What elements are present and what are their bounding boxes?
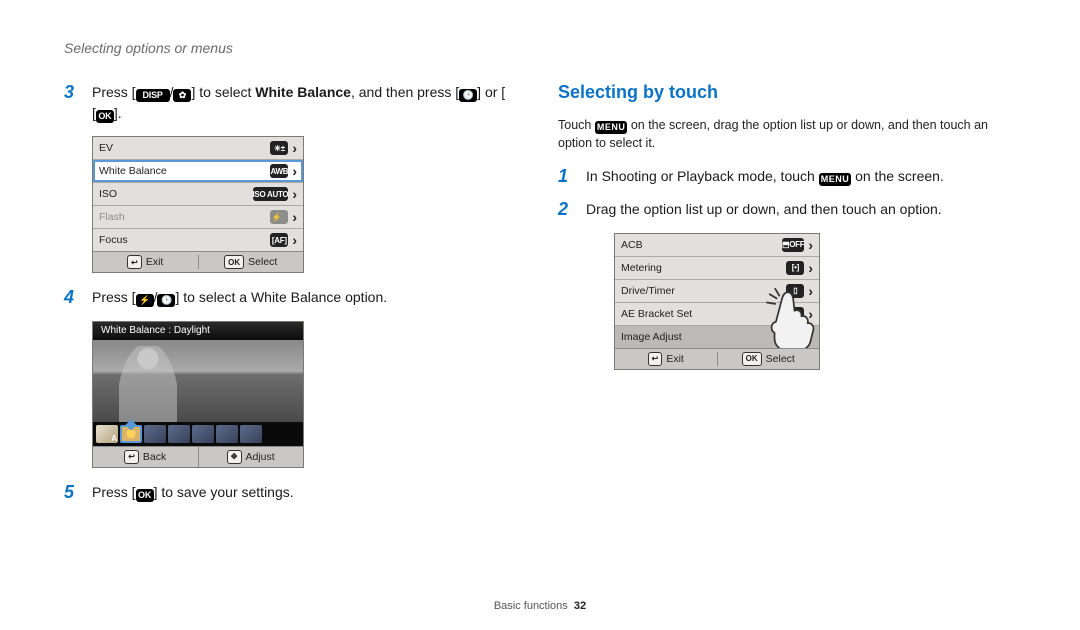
wb-preview-image (93, 340, 303, 422)
ok-key-icon: OK (742, 352, 762, 366)
menu-row-ae-bracket[interactable]: AE Bracket Set ±.3 › (615, 303, 819, 326)
af-icon: [AF] (270, 233, 288, 247)
manual-page: Selecting options or menus 3 Press [DISP… (0, 0, 1080, 630)
back-key-icon: ↩ (127, 255, 142, 269)
menu-row-metering[interactable]: Metering [•] › (615, 257, 819, 280)
step-5: 5 Press [OK] to save your settings. (64, 482, 522, 504)
step-number: 1 (558, 166, 578, 188)
step-number: 5 (64, 482, 84, 504)
step-number: 3 (64, 82, 84, 124)
section-heading: Selecting by touch (558, 82, 1016, 103)
wb-daylight-thumb[interactable] (120, 425, 142, 443)
disp-glyph: DISP (136, 89, 170, 102)
select-button[interactable]: OK Select (717, 352, 820, 366)
chevron-right-icon: › (808, 283, 813, 299)
chevron-right-icon: › (292, 232, 297, 248)
iso-icon: ISO AUTO (253, 187, 289, 201)
step-3: 3 Press [DISP/✿] to select White Balance… (64, 82, 522, 124)
menu-glyph: MENU (595, 121, 628, 134)
back-button[interactable]: ↩ Back (93, 447, 198, 467)
menu-row-acb[interactable]: ACB ⬒OFF › (615, 234, 819, 257)
running-head: Selecting options or menus (64, 40, 1016, 56)
menu-row-drive-timer[interactable]: Drive/Timer ▯ › (615, 280, 819, 303)
wb-tungsten-thumb[interactable] (216, 425, 238, 443)
menu-row-ev[interactable]: EV ☀± › (93, 137, 303, 160)
menu-screen-1: EV ☀± › White Balance AWB › ISO ISO AUTO… (92, 136, 304, 273)
select-button[interactable]: OK Select (198, 255, 304, 269)
flash-icon: ⚡A (270, 210, 288, 224)
wb-option-strip[interactable] (93, 422, 303, 446)
menu-row-focus[interactable]: Focus [AF] › (93, 229, 303, 251)
left-column: 3 Press [DISP/✿] to select White Balance… (64, 82, 522, 515)
wb-preview-screen: White Balance : Daylight ↩ Back (92, 321, 304, 468)
menu-glyph: MENU (819, 173, 852, 186)
step-4: 4 Press [⚡/🕒] to select a White Balance … (64, 287, 522, 309)
menu-softkeys: ↩ Exit OK Select (615, 348, 819, 369)
step-1: 1 In Shooting or Playback mode, touch ME… (558, 166, 1016, 188)
wb-title-bar: White Balance : Daylight (93, 322, 303, 340)
acb-icon: ⬒OFF (782, 238, 804, 252)
flash-glyph: ⚡ (136, 294, 154, 307)
chevron-right-icon: › (808, 260, 813, 276)
bracket-icon: ±.3 (786, 307, 804, 321)
wb-custom-thumb[interactable] (240, 425, 262, 443)
page-footer: Basic functions 32 (0, 600, 1080, 612)
step-5-text: Press [OK] to save your settings. (92, 482, 522, 504)
step-number: 2 (558, 199, 578, 221)
chevron-right-icon: › (292, 209, 297, 225)
timer-glyph: 🕒 (157, 294, 175, 307)
menu-row-image-adjust[interactable]: Image Adjust (615, 326, 819, 348)
menu-softkeys: ↩ Exit OK Select (93, 251, 303, 272)
wb-softkeys: ↩ Back ✥ Adjust (93, 446, 303, 467)
step-3-text: Press [DISP/✿] to select White Balance, … (92, 82, 522, 124)
timer-glyph: 🕒 (459, 89, 477, 102)
chevron-right-icon: › (292, 186, 297, 202)
wb-cloudy-thumb[interactable] (144, 425, 166, 443)
wb-fluorescent-h-thumb[interactable] (168, 425, 190, 443)
exit-button[interactable]: ↩ Exit (615, 352, 717, 366)
menu-screen-touch: ACB ⬒OFF › Metering [•] › Drive/Timer ▯ … (614, 233, 820, 370)
chevron-right-icon: › (808, 306, 813, 322)
step-4-text: Press [⚡/🕒] to select a White Balance op… (92, 287, 522, 309)
touch-intro: Touch MENU on the screen, drag the optio… (558, 116, 1016, 152)
right-column: Selecting by touch Touch MENU on the scr… (558, 82, 1016, 384)
menu-row-flash: Flash ⚡A › (93, 206, 303, 229)
menu-row-iso[interactable]: ISO ISO AUTO › (93, 183, 303, 206)
back-key-icon: ↩ (124, 450, 139, 464)
exit-button[interactable]: ↩ Exit (93, 255, 198, 269)
adjust-button[interactable]: ✥ Adjust (198, 447, 304, 467)
ev-icon: ☀± (270, 141, 288, 155)
dpad-key-icon: ✥ (227, 450, 242, 464)
macro-glyph: ✿ (173, 89, 191, 102)
step-number: 4 (64, 287, 84, 309)
wb-auto-thumb[interactable] (96, 425, 118, 443)
wb-fluorescent-l-thumb[interactable] (192, 425, 214, 443)
drive-icon: ▯ (786, 284, 804, 298)
step-2: 2 Drag the option list up or down, and t… (558, 199, 1016, 221)
step-2-text: Drag the option list up or down, and the… (586, 199, 1016, 221)
step-1-text: In Shooting or Playback mode, touch MENU… (586, 166, 1016, 188)
chevron-right-icon: › (808, 237, 813, 253)
awb-icon: AWB (270, 164, 288, 178)
chevron-right-icon: › (292, 140, 297, 156)
back-key-icon: ↩ (648, 352, 663, 366)
ok-glyph: OK (136, 489, 154, 502)
menu-row-white-balance[interactable]: White Balance AWB › (93, 160, 303, 183)
content-columns: 3 Press [DISP/✿] to select White Balance… (64, 82, 1016, 515)
metering-icon: [•] (786, 261, 804, 275)
ok-glyph: OK (96, 110, 114, 123)
ok-key-icon: OK (224, 255, 244, 269)
chevron-right-icon: › (292, 163, 297, 179)
